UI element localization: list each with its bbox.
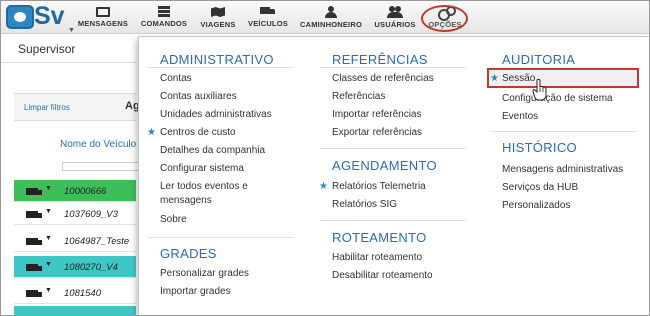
menu-item-personalizar-grades[interactable]: Personalizar grades	[160, 268, 249, 280]
section-title-grades: GRADES	[160, 246, 217, 261]
menu-item-configuracao-sistema[interactable]: Configuração de sistema	[502, 93, 613, 105]
table-row[interactable]: ▼ 1064987_Teste	[14, 230, 136, 252]
section-title-agendamento: AGENDAMENTO	[332, 158, 437, 173]
nav-mensagens[interactable]: MENSAGENS	[76, 0, 130, 34]
list-icon	[157, 6, 171, 17]
vehicle-name: 1081540	[64, 288, 101, 299]
nav-caminhoneiro[interactable]: CAMINHONEIRO	[296, 0, 366, 34]
nav-label: MENSAGENS	[77, 19, 129, 28]
user-icon	[325, 6, 337, 18]
top-navbar: Sv ▼ MENSAGENS COMANDOS VIAGENS VEÍCULOS…	[0, 0, 650, 34]
menu-item-importar-referencias[interactable]: Importar referências	[332, 109, 421, 121]
highlight-circle	[421, 5, 468, 32]
hand-cursor-icon	[532, 79, 547, 101]
nav-label: COMANDOS	[140, 19, 188, 28]
nav-comandos[interactable]: COMANDOS	[138, 0, 190, 34]
column-header-vehicle[interactable]: Nome do Veículo	[60, 139, 136, 150]
divider	[320, 148, 466, 149]
menu-item-contas[interactable]: Contas	[160, 73, 192, 85]
chevron-down-icon[interactable]: ▼	[45, 287, 52, 294]
table-row[interactable]	[14, 306, 136, 316]
menu-item-mensagens-administrativas[interactable]: Mensagens administrativas	[502, 164, 623, 176]
divider	[0, 62, 136, 63]
chevron-down-icon[interactable]: ▼	[45, 185, 52, 192]
menu-item-servicos-hub[interactable]: Serviços da HUB	[502, 182, 578, 194]
menu-item-unidades-administrativas[interactable]: Unidades administrativas	[160, 109, 272, 121]
truck-icon	[26, 264, 42, 271]
chevron-down-icon: ▼	[68, 27, 75, 34]
truck-icon	[26, 188, 42, 195]
vehicle-name: 10000666	[64, 186, 107, 197]
users-icon	[387, 6, 403, 18]
table-row[interactable]: ▼ 10000666	[14, 180, 136, 202]
menu-item-configurar-sistema[interactable]: Configurar sistema	[160, 163, 244, 175]
section-title-referencias: REFERÊNCIAS	[332, 52, 428, 67]
truck-icon	[26, 238, 42, 245]
section-title-historico: HISTÓRICO	[502, 140, 577, 155]
truck-icon	[26, 290, 42, 297]
table-row[interactable]: ▼ 1080270_V4	[14, 256, 136, 278]
menu-item-exportar-referencias[interactable]: Exportar referências	[332, 127, 422, 139]
menu-item-sessao[interactable]: Sessão	[502, 73, 535, 85]
divider	[320, 67, 466, 68]
menu-item-detalhes-companhia[interactable]: Detalhes da companhia	[160, 145, 265, 157]
section-title-roteamento: ROTEAMENTO	[332, 230, 427, 245]
nav-label: VEÍCULOS	[248, 19, 288, 28]
star-icon[interactable]: ★	[490, 73, 499, 84]
menu-item-habilitar-roteamento[interactable]: Habilitar roteamento	[332, 252, 422, 264]
nav-usuarios[interactable]: USUÁRIOS	[370, 0, 420, 34]
star-icon[interactable]: ★	[319, 181, 328, 192]
menu-item-eventos[interactable]: Eventos	[502, 111, 538, 123]
nav-label: CAMINHONEIRO	[300, 20, 362, 29]
divider	[148, 237, 294, 238]
vehicle-name: 1064987_Teste	[64, 236, 130, 247]
map-icon	[211, 6, 225, 18]
chevron-down-icon[interactable]: ▼	[45, 261, 52, 268]
menu-item-ler-eventos[interactable]: Ler todos eventos e	[160, 181, 248, 193]
menu-item-referencias[interactable]: Referências	[332, 91, 385, 103]
menu-item-importar-grades[interactable]: Importar grades	[160, 286, 231, 298]
menu-item-sobre[interactable]: Sobre	[160, 214, 187, 226]
divider	[490, 131, 636, 132]
app-logo[interactable]: Sv ▼	[6, 2, 75, 34]
menu-item-relatorios-telemetria[interactable]: Relatórios Telemetria	[332, 181, 426, 193]
menu-item-classes-referencias[interactable]: Classes de referências	[332, 73, 434, 85]
nav-label: VIAGENS	[200, 20, 236, 29]
nav-veiculos[interactable]: VEÍCULOS	[244, 0, 292, 34]
menu-item-personalizados[interactable]: Personalizados	[502, 200, 570, 212]
nav-viagens[interactable]: VIAGENS	[196, 0, 240, 34]
logo-text: Sv	[34, 2, 65, 30]
menu-item-relatorios-sig[interactable]: Relatórios SIG	[332, 199, 397, 211]
chevron-down-icon[interactable]: ▼	[45, 235, 52, 242]
menu-item-centros-de-custo[interactable]: Centros de custo	[160, 127, 236, 139]
vehicle-name: 1037609_V3	[64, 209, 118, 220]
clear-filters-link[interactable]: Limpar filtros	[24, 103, 70, 112]
chevron-down-icon[interactable]: ▼	[45, 208, 52, 215]
logo-icon	[6, 5, 34, 29]
menu-item-ler-eventos-cont[interactable]: mensagens	[160, 195, 212, 207]
nav-label: USUÁRIOS	[374, 20, 416, 29]
table-row[interactable]: ▼ 1081540	[14, 282, 136, 304]
section-title-auditoria: AUDITORIA	[502, 52, 576, 67]
mail-icon	[96, 7, 110, 17]
truck-icon	[26, 211, 42, 218]
menu-item-contas-auxiliares[interactable]: Contas auxiliares	[160, 91, 237, 103]
truck-icon	[260, 6, 276, 17]
page-title: Supervisor	[18, 42, 76, 56]
vehicle-filter-input[interactable]	[62, 162, 138, 171]
star-icon[interactable]: ★	[147, 127, 156, 138]
divider	[148, 67, 294, 68]
vehicle-name: 1080270_V4	[64, 262, 118, 273]
divider	[320, 220, 466, 221]
table-row[interactable]: ▼ 1037609_V3	[14, 203, 136, 225]
menu-item-desabilitar-roteamento[interactable]: Desabilitar roteamento	[332, 270, 433, 282]
section-title-administrativo: ADMINISTRATIVO	[160, 52, 274, 67]
